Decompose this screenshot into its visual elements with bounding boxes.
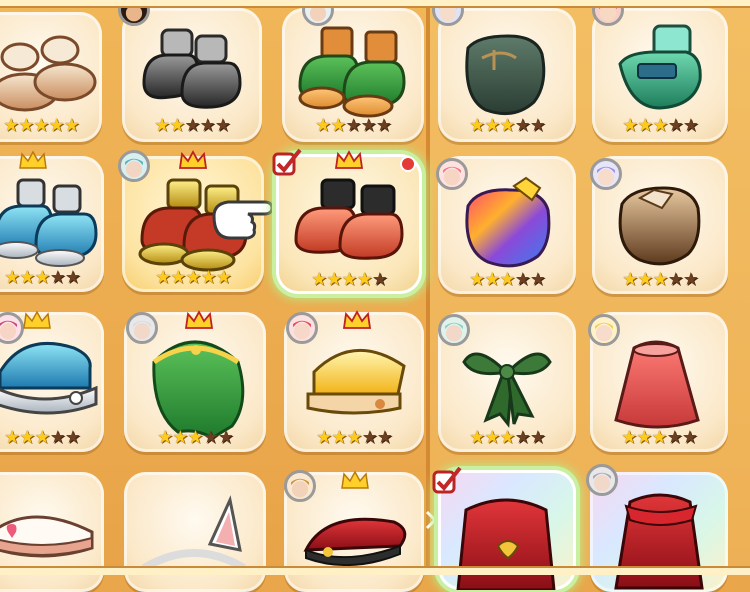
new-badge-dot — [400, 156, 416, 172]
item-tile-r2c1[interactable]: ★★★★★ — [0, 156, 104, 292]
rarity-stars: ★★★★★ — [311, 269, 388, 290]
rarity-stars: ★★★★★ — [316, 427, 393, 448]
character-avatar — [586, 464, 618, 496]
character-avatar — [590, 158, 622, 190]
rarity-stars: ★★★★★ — [622, 269, 699, 290]
scroll-arrow-icon[interactable] — [424, 510, 438, 530]
item-tile-r1c4[interactable]: ★★★★★ — [438, 8, 576, 142]
rarity-stars: ★★★★★ — [315, 115, 392, 136]
crown-icon — [341, 470, 369, 489]
crown-icon — [342, 310, 372, 329]
equipped-check-icon — [432, 466, 462, 494]
rarity-stars: ★★★★★ — [621, 427, 698, 448]
rarity-stars: ★★★★★ — [157, 427, 234, 448]
character-avatar — [438, 314, 470, 346]
character-avatar — [126, 312, 158, 344]
item-tile-r1c1[interactable]: ★★★★★ — [0, 12, 102, 142]
item-tile-r1c2[interactable]: ★★★★★ — [122, 8, 262, 142]
crown-icon — [23, 310, 51, 329]
bottom-frame-rail — [0, 566, 750, 575]
crown-icon — [184, 310, 214, 329]
rarity-stars: ★★★★★ — [469, 115, 546, 136]
character-avatar — [286, 312, 318, 344]
character-avatar — [118, 150, 150, 182]
crown-icon — [19, 150, 47, 169]
character-avatar — [588, 314, 620, 346]
rarity-stars: ★★★★★ — [469, 427, 546, 448]
panel-divider — [426, 0, 430, 575]
rarity-stars: ★★★★★ — [155, 267, 232, 288]
item-tile-r1c3[interactable]: ★★★★★ — [282, 8, 424, 142]
character-avatar — [436, 158, 468, 190]
rarity-stars: ★★★★★ — [622, 115, 699, 136]
top-frame-rail — [0, 0, 750, 8]
rarity-stars: ★★★★★ — [154, 115, 231, 136]
rarity-stars: ★★★★★ — [3, 115, 80, 136]
rarity-stars: ★★★★★ — [469, 269, 546, 290]
rarity-stars: ★★★★★ — [4, 427, 81, 448]
crown-icon — [178, 150, 208, 169]
crown-icon — [334, 150, 364, 169]
rarity-stars: ★★★★★ — [4, 267, 81, 288]
equipped-check-icon — [272, 148, 302, 176]
pointer-hand-icon — [212, 200, 274, 240]
item-tile-r1c5[interactable]: ★★★★★ — [592, 8, 728, 142]
character-avatar — [284, 470, 316, 502]
